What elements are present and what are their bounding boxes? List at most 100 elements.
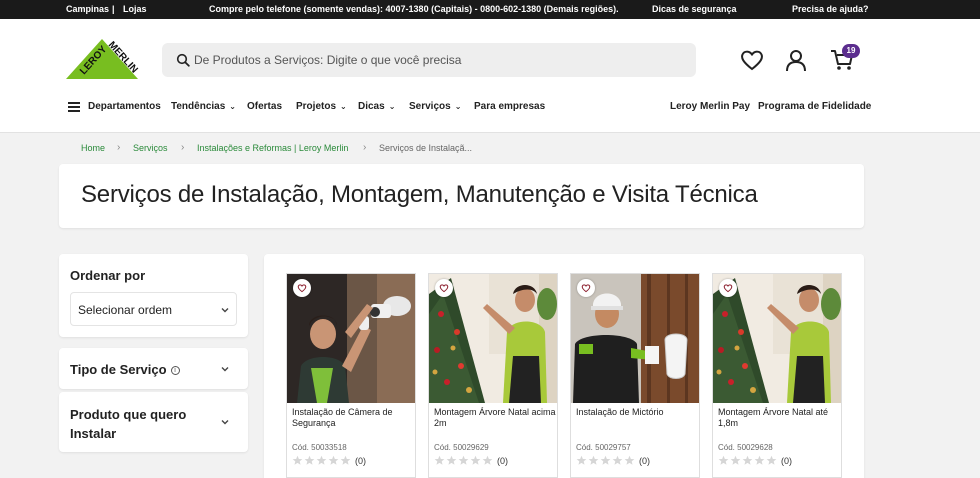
chevron-down-icon: ⌄ bbox=[388, 102, 396, 111]
product-name[interactable]: Montagem Árvore Natal até 1,8m bbox=[718, 407, 840, 429]
rating-stars: (0) bbox=[718, 455, 792, 466]
nav-dicas[interactable]: Dicas ⌄ bbox=[358, 101, 395, 112]
wishlist-button[interactable] bbox=[435, 279, 453, 297]
nav-tendencias[interactable]: Tendências ⌄ bbox=[171, 101, 236, 112]
product-code: Cód. 50029628 bbox=[718, 443, 773, 452]
sort-title: Ordenar por bbox=[70, 268, 146, 283]
site-header: LEROY MERLIN 19 Departamentos Tendências… bbox=[0, 19, 980, 133]
top-bar: Campinas | Lojas Compre pelo telefone (s… bbox=[0, 0, 980, 19]
star-icon bbox=[340, 455, 351, 465]
star-icon bbox=[434, 455, 445, 465]
wishlist-button[interactable] bbox=[293, 279, 311, 297]
stores-link[interactable]: Lojas bbox=[123, 4, 147, 14]
nav-departamentos[interactable]: Departamentos bbox=[88, 101, 161, 112]
breadcrumb-servicos[interactable]: Serviços bbox=[133, 143, 168, 153]
wishlist-button[interactable] bbox=[577, 279, 595, 297]
product-name[interactable]: Instalação de Mictório bbox=[576, 407, 698, 418]
nav-label: Dicas bbox=[358, 101, 385, 112]
star-icon bbox=[766, 455, 777, 465]
review-count: (0) bbox=[781, 455, 792, 466]
star-icon bbox=[482, 455, 493, 465]
location-link[interactable]: Campinas bbox=[66, 4, 109, 14]
nav-label: Para empresas bbox=[474, 101, 546, 112]
review-count: (0) bbox=[639, 455, 650, 466]
heart-icon bbox=[581, 284, 591, 293]
sort-select[interactable]: Selecionar ordem bbox=[70, 292, 237, 326]
heart-icon bbox=[723, 284, 733, 293]
rating-stars: (0) bbox=[292, 455, 366, 466]
nav-para-empresas[interactable]: Para empresas bbox=[474, 101, 545, 112]
star-icon bbox=[612, 455, 623, 465]
heart-icon[interactable] bbox=[739, 47, 765, 73]
nav-leroy-merlin-pay[interactable]: Leroy Merlin Pay bbox=[670, 101, 750, 112]
wishlist-button[interactable] bbox=[719, 279, 737, 297]
rating-stars: (0) bbox=[576, 455, 650, 466]
rating-stars: (0) bbox=[434, 455, 508, 466]
topbar-separator: | bbox=[112, 4, 115, 14]
chevron-down-icon: ⌄ bbox=[229, 102, 236, 111]
nav-label: Ofertas bbox=[247, 101, 283, 112]
search-input[interactable] bbox=[194, 50, 674, 70]
chevron-down-icon[interactable] bbox=[220, 365, 230, 373]
search-icon[interactable] bbox=[176, 53, 190, 67]
help-link[interactable]: Precisa de ajuda? bbox=[792, 4, 869, 14]
service-type-title: Tipo de Serviço i bbox=[70, 362, 180, 377]
heart-icon bbox=[439, 284, 449, 293]
search-bar[interactable] bbox=[162, 43, 696, 77]
nav-label: Programa de Fidelidade bbox=[758, 101, 872, 112]
breadcrumb-current: Serviços de Instalaçã... bbox=[379, 143, 473, 153]
star-icon bbox=[316, 455, 327, 465]
nav-servicos[interactable]: Serviços ⌄ bbox=[409, 101, 461, 112]
product-filter[interactable]: Produto que quero Instalar bbox=[59, 392, 248, 452]
nav-programa-fidelidade[interactable]: Programa de Fidelidade bbox=[758, 101, 871, 112]
star-icon bbox=[588, 455, 599, 465]
product-code: Cód. 50033518 bbox=[292, 443, 347, 452]
nav-label: Projetos bbox=[296, 101, 337, 112]
breadcrumb-instalacoes[interactable]: Instalações e Reformas | Leroy Merlin bbox=[197, 143, 348, 153]
product-card[interactable]: Montagem Árvore Natal até 1,8m Cód. 5002… bbox=[712, 273, 842, 478]
sort-select-value: Selecionar ordem bbox=[78, 303, 173, 317]
page-title: Serviços de Instalação, Montagem, Manute… bbox=[81, 181, 758, 208]
leroy-merlin-logo[interactable]: LEROY MERLIN bbox=[64, 35, 140, 83]
breadcrumb-home[interactable]: Home bbox=[81, 143, 105, 153]
info-icon[interactable]: i bbox=[170, 366, 180, 376]
breadcrumb-chevron-icon: › bbox=[181, 142, 185, 153]
product-card[interactable]: Montagem Árvore Natal acima 2m Cód. 5002… bbox=[428, 273, 558, 478]
star-icon bbox=[624, 455, 635, 465]
star-icon bbox=[328, 455, 339, 465]
product-code: Cód. 50029757 bbox=[576, 443, 631, 452]
service-type-label: Tipo de Serviço bbox=[70, 362, 167, 377]
breadcrumb-chevron-icon: › bbox=[363, 142, 367, 153]
breadcrumb-chevron-icon: › bbox=[117, 142, 121, 153]
hamburger-icon[interactable] bbox=[68, 102, 80, 112]
nav-label: Departamentos bbox=[88, 101, 161, 112]
star-icon bbox=[718, 455, 729, 465]
nav-label: Tendências bbox=[171, 101, 226, 112]
chevron-down-icon: ⌄ bbox=[340, 102, 347, 111]
nav-label: Leroy Merlin Pay bbox=[670, 101, 751, 112]
product-filter-title: Produto que quero Instalar bbox=[70, 407, 187, 441]
product-card[interactable]: Instalação de Mictório Cód. 50029757 (0) bbox=[570, 273, 700, 478]
chevron-down-icon[interactable] bbox=[220, 418, 230, 426]
service-type-filter[interactable]: Tipo de Serviço i bbox=[59, 348, 248, 389]
sort-panel: Ordenar por Selecionar ordem bbox=[59, 254, 248, 337]
safety-tips-link[interactable]: Dicas de segurança bbox=[652, 4, 737, 14]
review-count: (0) bbox=[355, 455, 366, 466]
review-count: (0) bbox=[497, 455, 508, 466]
nav-projetos[interactable]: Projetos ⌄ bbox=[296, 101, 347, 112]
user-icon[interactable] bbox=[783, 47, 809, 73]
star-icon bbox=[600, 455, 611, 465]
nav-ofertas[interactable]: Ofertas bbox=[247, 101, 282, 112]
star-icon bbox=[742, 455, 753, 465]
cart-count-badge: 19 bbox=[842, 44, 860, 58]
product-name[interactable]: Instalação de Câmera de Segurança bbox=[292, 407, 414, 429]
page-title-card: Serviços de Instalação, Montagem, Manute… bbox=[59, 164, 864, 228]
chevron-down-icon bbox=[221, 308, 229, 313]
chevron-down-icon: ⌄ bbox=[454, 102, 462, 111]
star-icon bbox=[470, 455, 481, 465]
product-card[interactable]: Instalação de Câmera de Segurança Cód. 5… bbox=[286, 273, 416, 478]
phone-sales-text: Compre pelo telefone (somente vendas): 4… bbox=[209, 4, 619, 14]
star-icon bbox=[576, 455, 587, 465]
product-name[interactable]: Montagem Árvore Natal acima 2m bbox=[434, 407, 556, 429]
star-icon bbox=[458, 455, 469, 465]
